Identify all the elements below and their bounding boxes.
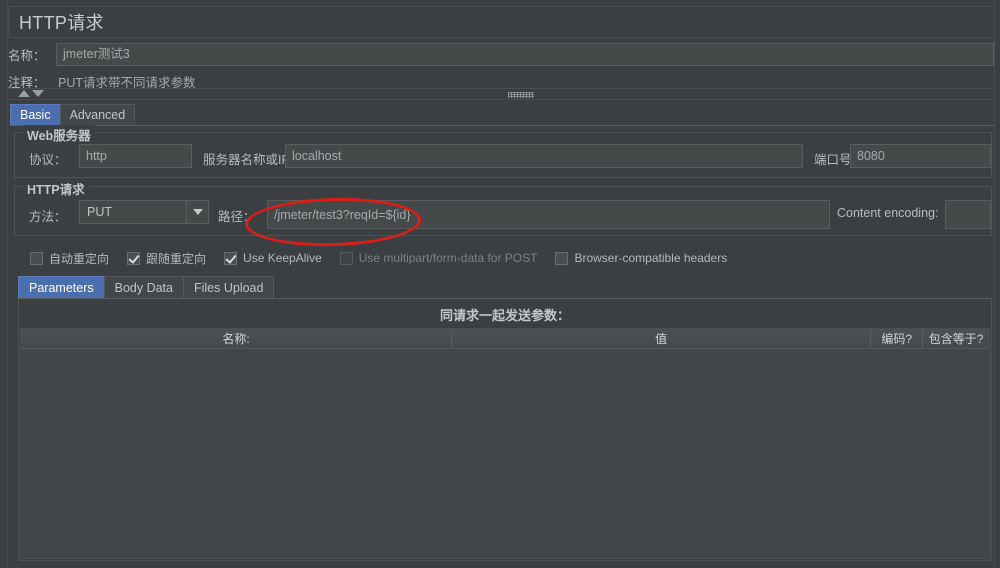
parameters-table-body[interactable] [21, 349, 989, 558]
window-right-edge [994, 0, 1000, 568]
server-host-input[interactable]: localhost [285, 144, 803, 168]
checkbox-use-multipart: Use multipart/form-data for POST [339, 251, 538, 265]
parameters-panel: 同请求一起发送参数： 名称: 值 编码? 包含等于? [18, 299, 992, 561]
checkbox-follow-redirect[interactable]: 跟随重定向 [127, 250, 206, 267]
path-input[interactable]: /jmeter/test3?reqId=${id} [267, 200, 830, 229]
request-options-row: 自动重定向 跟随重定向 Use KeepAlive Use multipart/… [30, 248, 980, 268]
panel-splitter[interactable] [8, 88, 994, 100]
name-input[interactable]: jmeter测试3 [56, 42, 994, 66]
checkbox-box-checked-icon[interactable] [127, 251, 141, 265]
triangle-up-icon[interactable] [18, 90, 30, 97]
column-header-encode[interactable]: 编码? [871, 329, 924, 348]
name-label: 名称： [8, 48, 46, 63]
protocol-input[interactable]: http [79, 144, 192, 168]
column-header-include-equals[interactable]: 包含等于? [923, 329, 989, 348]
chevron-down-icon[interactable] [186, 201, 208, 223]
checkbox-box-icon [339, 251, 353, 265]
checkbox-use-keepalive[interactable]: Use KeepAlive [224, 251, 322, 265]
splitter-grip-icon[interactable] [508, 92, 534, 98]
tab-parameters[interactable]: Parameters [18, 276, 105, 298]
protocol-label: 协议： [29, 153, 67, 167]
window-left-edge [0, 0, 8, 568]
checkbox-box-checked-icon[interactable] [224, 251, 238, 265]
triangle-down-icon[interactable] [32, 90, 44, 97]
tab-body-data[interactable]: Body Data [103, 276, 184, 298]
content-encoding-label: Content encoding: [837, 206, 939, 220]
jmeter-http-request-panel: HTTP请求 名称： jmeter测试3 注释： PUT请求带不同请求参数 Ba… [0, 0, 1000, 568]
checkbox-auto-redirect[interactable]: 自动重定向 [30, 250, 109, 267]
port-input[interactable]: 8080 [850, 144, 991, 168]
content-encoding-input[interactable] [945, 200, 991, 229]
checkbox-label: 跟随重定向 [146, 251, 207, 266]
web-server-group: Web服务器 协议： http 服务器名称或IP： localhost 端口号：… [14, 125, 992, 178]
column-header-value[interactable]: 值 [452, 329, 872, 348]
checkbox-box-icon[interactable] [555, 251, 569, 265]
name-field-row: 名称： jmeter测试3 [8, 42, 994, 66]
checkbox-box-icon[interactable] [30, 251, 43, 265]
method-dropdown-value: PUT [87, 205, 112, 219]
path-label: 路径： [218, 210, 256, 224]
http-request-group: HTTP请求 方法： PUT 路径： /jmeter/test3?reqId=$… [14, 179, 992, 236]
web-server-group-title: Web服务器 [23, 125, 95, 144]
parameters-table: 名称: 值 编码? 包含等于? [20, 328, 990, 559]
panel-title-bar: HTTP请求 [8, 6, 994, 38]
parameters-tab-bar: Parameters Body Data Files Upload [18, 276, 992, 299]
tab-files-upload[interactable]: Files Upload [182, 276, 275, 298]
checkbox-label: Use multipart/form-data for POST [358, 251, 538, 265]
page-title: HTTP请求 [19, 13, 104, 33]
checkbox-browser-compatible-headers[interactable]: Browser-compatible headers [555, 251, 727, 265]
method-label: 方法： [29, 210, 67, 224]
checkbox-label: Use KeepAlive [243, 251, 322, 265]
http-request-group-title: HTTP请求 [23, 179, 89, 198]
column-header-name[interactable]: 名称: [21, 329, 453, 348]
parameters-table-header: 名称: 值 编码? 包含等于? [21, 329, 989, 349]
splitter-collapse-controls[interactable] [18, 90, 44, 97]
checkbox-label: Browser-compatible headers [574, 251, 728, 265]
checkbox-label: 自动重定向 [49, 251, 110, 266]
main-tab-bar: Basic Advanced [10, 104, 994, 126]
tab-advanced[interactable]: Advanced [59, 104, 136, 125]
parameters-heading: 同请求一起发送参数： [439, 308, 570, 323]
tab-basic[interactable]: Basic [10, 104, 61, 125]
method-dropdown[interactable]: PUT [79, 200, 209, 224]
